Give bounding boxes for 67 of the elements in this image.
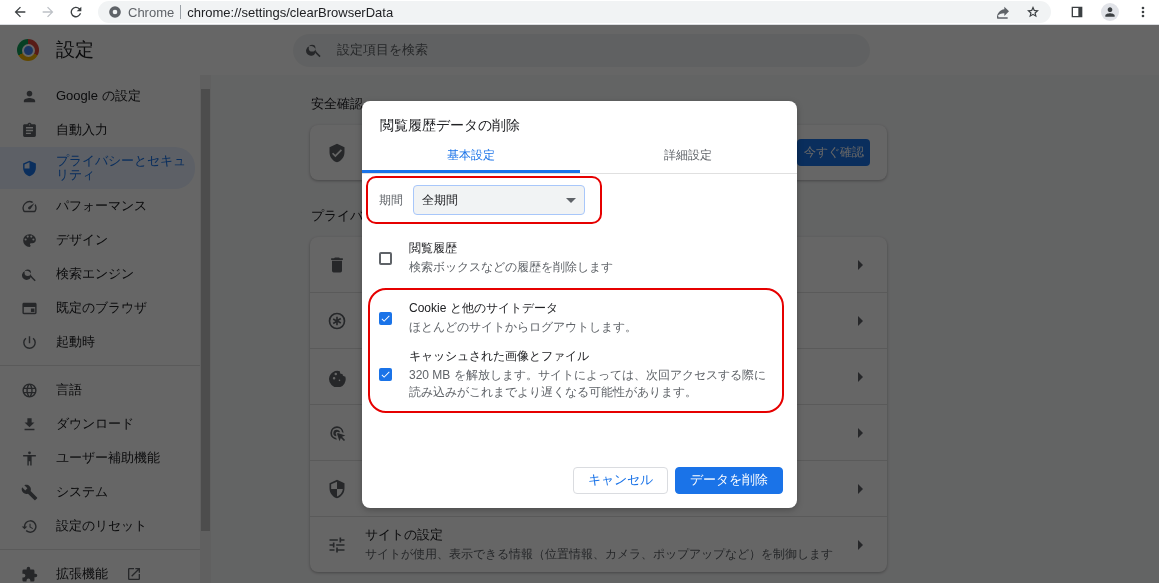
sidebar-item[interactable]: 検索エンジン (0, 257, 195, 291)
caret-icon (858, 259, 863, 270)
profile-avatar[interactable] (1101, 3, 1119, 21)
dropdown-caret-icon (566, 197, 576, 203)
clipboard-icon (21, 121, 38, 139)
check-icon (380, 369, 391, 380)
caret-icon (858, 539, 863, 550)
sidebar-item[interactable]: 設定のリセット (0, 509, 195, 543)
site-label: Chrome (128, 4, 175, 20)
option-title: 閲覧履歴 (409, 240, 458, 257)
option-description: ほとんどのサイトからログアウトします。 (409, 319, 637, 336)
time-range-dropdown[interactable]: 全期間 (413, 185, 585, 215)
history-icon (21, 517, 38, 535)
option-title: キャッシュされた画像とファイル (409, 348, 590, 365)
sidebar-item[interactable]: パフォーマンス (0, 189, 195, 223)
cancel-button[interactable]: キャンセル (573, 467, 668, 494)
shield-icon (327, 478, 347, 499)
accessibility-icon (21, 449, 38, 467)
wrench-icon (21, 483, 38, 501)
delete-data-button[interactable]: データを削除 (675, 467, 783, 494)
sidebar-item[interactable]: ユーザー補助機能 (0, 441, 195, 475)
sidebar-item[interactable]: プライバシーとセキュリティ (0, 147, 195, 189)
caret-icon (858, 315, 863, 326)
sidebar-item[interactable]: 拡張機能 (0, 557, 195, 583)
scrollbar[interactable] (200, 75, 211, 583)
globe-icon (21, 381, 38, 399)
star-icon[interactable] (1025, 4, 1041, 20)
shield-icon (21, 159, 38, 177)
search-field[interactable]: 設定項目を検索 (293, 33, 870, 67)
side-panel-icon[interactable] (1069, 4, 1085, 20)
person-icon (1103, 5, 1117, 19)
checkbox[interactable] (379, 311, 392, 325)
external-link-icon (126, 566, 142, 582)
sidebar-item[interactable]: 言語 (0, 373, 195, 407)
sidebar-item[interactable]: ダウンロード (0, 407, 195, 441)
share-icon[interactable] (995, 4, 1011, 20)
shield-check-icon (327, 142, 347, 163)
caret-icon (858, 371, 863, 382)
dialog-title: 閲覧履歴データの削除 (379, 117, 521, 135)
field-label: 期間 (379, 192, 403, 208)
tab[interactable]: 基本設定 (362, 140, 580, 173)
reload-icon[interactable] (68, 4, 84, 20)
section-heading: 安全確認 (311, 96, 364, 113)
page-title: 設定 (56, 38, 95, 62)
caret-icon (858, 483, 863, 494)
search-placeholder: 設定項目を検索 (337, 41, 428, 59)
sidebar-item[interactable]: デザイン (0, 223, 195, 257)
checkbox[interactable] (379, 251, 392, 265)
check-now-button[interactable]: 今すぐ確認 (797, 139, 870, 166)
tab[interactable]: 詳細設定 (579, 140, 797, 173)
puzzle-icon (21, 565, 38, 583)
back-arrow-icon[interactable] (12, 4, 28, 20)
option-description: 320 MB を解放します。サイトによっては、次回アクセスする際に読み込みがこれまでより遅くなる可能性があります。 (409, 367, 767, 401)
checkbox[interactable] (379, 368, 392, 381)
sidebar-item[interactable]: 起動時 (0, 325, 195, 359)
url-text: chrome://settings/clearBrowserData (187, 4, 394, 20)
sidebar-item[interactable]: 自動入力 (0, 113, 195, 147)
address-bar[interactable]: Chrome chrome://settings/clearBrowserData (98, 1, 1051, 23)
sidebar-item[interactable]: システム (0, 475, 195, 509)
sidebar-item[interactable]: 既定のブラウザ (0, 291, 195, 325)
sidebar-item[interactable]: Google の設定 (0, 79, 195, 113)
row-title: サイトの設定 (365, 526, 444, 544)
caret-icon (858, 427, 863, 438)
option-description: 検索ボックスなどの履歴を削除します (409, 259, 613, 276)
option-title: Cookie と他のサイトデータ (409, 300, 559, 317)
palette-icon (21, 231, 38, 249)
power-icon (21, 333, 38, 351)
